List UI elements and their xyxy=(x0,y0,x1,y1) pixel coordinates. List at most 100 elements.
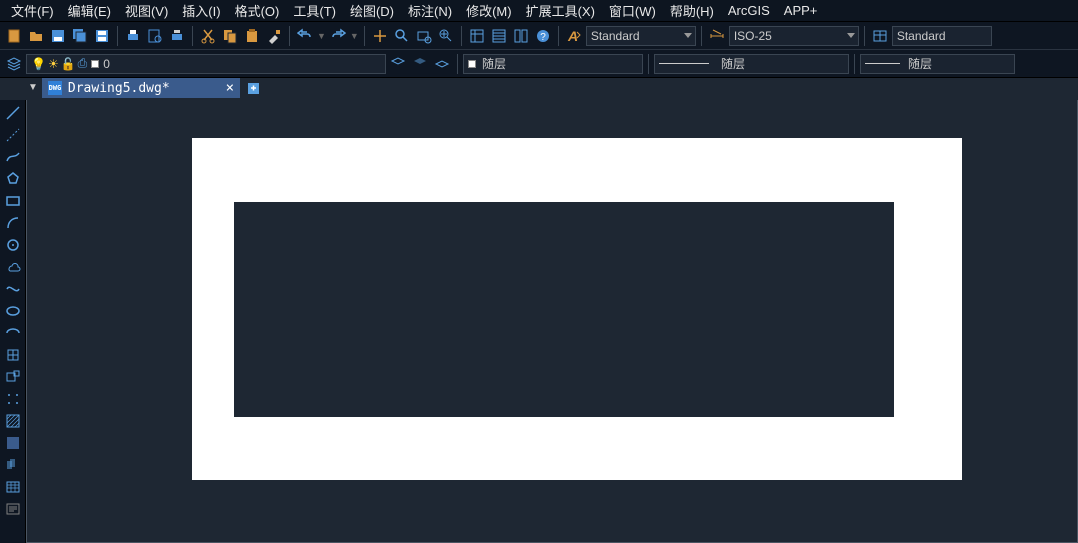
table-style-icon[interactable] xyxy=(870,26,890,46)
tool-palettes-button[interactable] xyxy=(511,26,531,46)
layer-previous-button[interactable] xyxy=(388,54,408,74)
layer-name: 0 xyxy=(103,57,110,71)
dwg-icon: DWG xyxy=(48,81,62,95)
lineweight-combo[interactable]: 随层 xyxy=(860,54,1015,74)
draw-toolbar xyxy=(0,100,26,543)
match-properties-button[interactable] xyxy=(264,26,284,46)
paste-button[interactable] xyxy=(242,26,262,46)
layer-states-button[interactable] xyxy=(410,54,430,74)
layout-viewport[interactable] xyxy=(234,202,894,417)
table-tool[interactable] xyxy=(3,478,23,496)
save-button[interactable] xyxy=(48,26,68,46)
dim-style-value: ISO-25 xyxy=(734,29,772,43)
menu-edit[interactable]: 编辑(E) xyxy=(61,0,118,22)
menu-modify[interactable]: 修改(M) xyxy=(459,0,519,22)
open-button[interactable] xyxy=(26,26,46,46)
gradient-tool[interactable] xyxy=(3,434,23,452)
new-button[interactable] xyxy=(4,26,24,46)
copy-button[interactable] xyxy=(220,26,240,46)
redo-dropdown-icon[interactable]: ▼ xyxy=(350,31,359,41)
saveas-button[interactable] xyxy=(92,26,112,46)
polyline-tool[interactable] xyxy=(3,148,23,166)
make-block-tool[interactable] xyxy=(3,368,23,386)
separator xyxy=(558,26,559,46)
menu-annotate[interactable]: 标注(N) xyxy=(401,0,459,22)
redo-button[interactable] xyxy=(328,26,348,46)
separator xyxy=(854,54,855,74)
layer-combo[interactable]: 💡 ☀ 🔓 ⎙ 0 xyxy=(26,54,386,74)
design-center-button[interactable] xyxy=(489,26,509,46)
menu-format[interactable]: 格式(O) xyxy=(228,0,287,22)
ellipse-arc-tool[interactable] xyxy=(3,324,23,342)
print-button[interactable] xyxy=(123,26,143,46)
plot-icon: ⎙ xyxy=(78,56,88,71)
spline-tool[interactable] xyxy=(3,280,23,298)
menu-file[interactable]: 文件(F) xyxy=(4,0,61,22)
color-combo[interactable]: 随层 xyxy=(463,54,643,74)
publish-button[interactable] xyxy=(167,26,187,46)
tab-filename: Drawing5.dwg* xyxy=(68,81,170,96)
zoom-window-button[interactable] xyxy=(414,26,434,46)
properties-button[interactable] xyxy=(467,26,487,46)
table-style-value: Standard xyxy=(897,29,946,43)
polygon-tool[interactable] xyxy=(3,170,23,188)
separator xyxy=(648,54,649,74)
saveall-button[interactable] xyxy=(70,26,90,46)
lineweight-sample xyxy=(865,63,900,64)
menu-help[interactable]: 帮助(H) xyxy=(663,0,721,22)
print-preview-button[interactable] xyxy=(145,26,165,46)
construction-line-tool[interactable] xyxy=(3,126,23,144)
region-tool[interactable] xyxy=(3,456,23,474)
rectangle-tool[interactable] xyxy=(3,192,23,210)
line-tool[interactable] xyxy=(3,104,23,122)
separator xyxy=(192,26,193,46)
svg-text:A: A xyxy=(567,28,578,44)
linetype-combo[interactable]: 随层 xyxy=(654,54,849,74)
tab-close-button[interactable]: × xyxy=(226,80,234,96)
arc-tool[interactable] xyxy=(3,214,23,232)
point-tool[interactable] xyxy=(3,390,23,408)
menu-draw[interactable]: 绘图(D) xyxy=(343,0,401,22)
document-tab[interactable]: DWG Drawing5.dwg* × xyxy=(42,78,240,98)
dim-style-icon[interactable] xyxy=(707,26,727,46)
undo-button[interactable] xyxy=(295,26,315,46)
circle-tool[interactable] xyxy=(3,236,23,254)
help-button[interactable]: ? xyxy=(533,26,553,46)
lock-icon: 🔓 xyxy=(61,57,76,71)
zoom-realtime-button[interactable] xyxy=(392,26,412,46)
menu-extend[interactable]: 扩展工具(X) xyxy=(519,0,602,22)
layer-properties-button[interactable] xyxy=(4,54,24,74)
separator xyxy=(117,26,118,46)
text-style-combo[interactable]: Standard xyxy=(586,26,696,46)
sun-icon: ☀ xyxy=(48,57,59,71)
menu-arcgis[interactable]: ArcGIS xyxy=(721,1,777,20)
dim-style-combo[interactable]: ISO-25 xyxy=(729,26,859,46)
layer-isolate-button[interactable] xyxy=(432,54,452,74)
separator xyxy=(364,26,365,46)
menu-insert[interactable]: 插入(I) xyxy=(175,0,227,22)
text-style-icon[interactable]: A xyxy=(564,26,584,46)
document-tabs: ▼ DWG Drawing5.dwg* × xyxy=(0,78,1078,100)
menu-window[interactable]: 窗口(W) xyxy=(602,0,663,22)
insert-block-tool[interactable] xyxy=(3,346,23,364)
linetype-sample xyxy=(659,63,709,64)
tab-list-dropdown-icon[interactable]: ▼ xyxy=(28,82,38,93)
menu-appplus[interactable]: APP+ xyxy=(777,1,825,20)
zoom-previous-button[interactable] xyxy=(436,26,456,46)
hatch-tool[interactable] xyxy=(3,412,23,430)
cut-button[interactable] xyxy=(198,26,218,46)
menu-tools[interactable]: 工具(T) xyxy=(286,0,343,22)
menu-view[interactable]: 视图(V) xyxy=(118,0,175,22)
dropdown-arrow-icon xyxy=(684,33,692,38)
undo-dropdown-icon[interactable]: ▼ xyxy=(317,31,326,41)
dropdown-arrow-icon xyxy=(847,33,855,38)
table-style-combo[interactable]: Standard xyxy=(892,26,992,46)
pan-button[interactable] xyxy=(370,26,390,46)
mtext-tool[interactable] xyxy=(3,500,23,518)
revision-cloud-tool[interactable] xyxy=(3,258,23,276)
new-tab-button[interactable] xyxy=(244,78,264,98)
drawing-canvas[interactable] xyxy=(26,100,1078,543)
separator xyxy=(461,26,462,46)
svg-text:?: ? xyxy=(540,32,546,43)
ellipse-tool[interactable] xyxy=(3,302,23,320)
